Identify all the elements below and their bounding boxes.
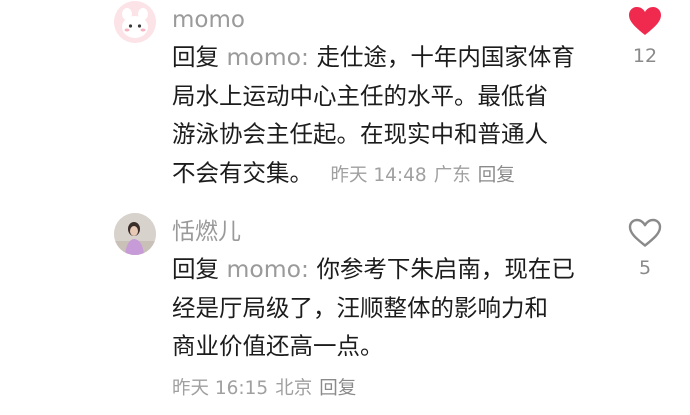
mention-name[interactable]: momo	[226, 255, 301, 283]
username[interactable]: 恬燃儿	[172, 218, 241, 246]
timestamp: 昨天 16:15	[172, 378, 269, 399]
mention-name[interactable]: momo	[226, 43, 301, 71]
location: 广东	[433, 164, 471, 186]
avatar[interactable]	[114, 1, 156, 43]
text-line: 你参考下朱启南，现在已	[316, 255, 575, 283]
mention-username[interactable]: momo:	[226, 255, 308, 283]
text-line: 走仕途，十年内国家体育	[316, 43, 575, 71]
avatar[interactable]	[114, 213, 156, 255]
reply-button[interactable]: 回复	[319, 378, 356, 399]
username[interactable]: momo	[172, 6, 245, 34]
like-count: 5	[638, 257, 652, 279]
text-line: 游泳协会主任起。在现实中和普通人	[172, 120, 548, 148]
text-line: 商业价值还高一点。	[172, 332, 384, 360]
timestamp: 昨天 14:48	[330, 164, 427, 186]
like-count: 12	[632, 45, 658, 67]
reply-button[interactable]: 回复	[478, 165, 515, 186]
mention-username[interactable]: momo:	[226, 43, 308, 71]
text-line: 不会有交集。	[172, 158, 313, 187]
heart-outline-icon	[628, 218, 662, 247]
location: 北京	[275, 378, 313, 399]
text-line: 经是厅局级了，汪顺整体的影响力和	[172, 293, 548, 322]
photo-avatar-icon	[114, 213, 156, 255]
like-button[interactable]: 5	[625, 218, 665, 279]
comment-text: 回复 momo: 你参考下朱启南，现在已 经是厅局级了，汪顺整体的影响力和 商业…	[172, 250, 612, 366]
heart-filled-icon	[629, 7, 661, 35]
comment-meta: 昨天 16:15 北京 回复	[172, 374, 363, 400]
cartoon-avatar-icon	[114, 1, 156, 43]
reply-prefix: 回复	[172, 43, 219, 71]
comment-text: 回复 momo: 走仕途，十年内国家体育 局水上运动中心主任的水平。最低省 游泳…	[172, 38, 612, 195]
comment-meta: 昨天 14:48 广东 回复	[330, 165, 521, 186]
text-line: 局水上运动中心主任的水平。最低省	[172, 81, 548, 110]
like-button[interactable]: 12	[625, 6, 665, 67]
reply-prefix: 回复	[172, 255, 219, 283]
